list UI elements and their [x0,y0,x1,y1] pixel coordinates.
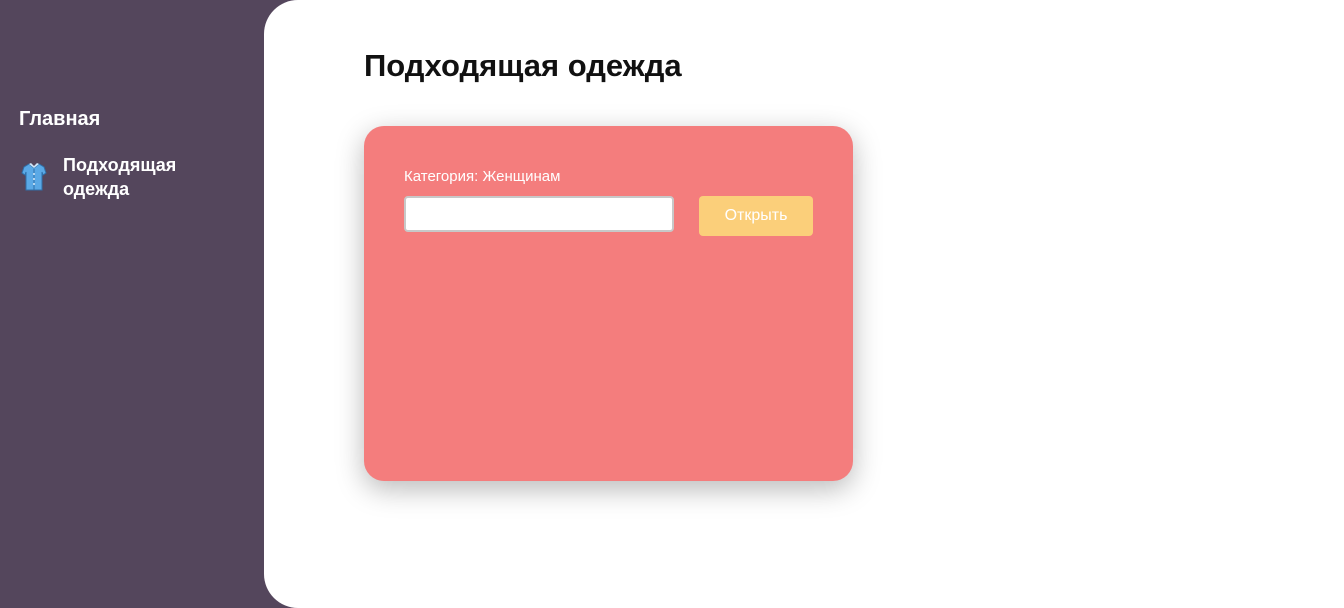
main-content: Подходящая одежда Категория: Женщинам От… [264,0,1344,608]
category-label: Категория: Женщинам [404,168,561,185]
sidebar-item-suitable-clothing[interactable]: Подходящая одежда [19,153,239,201]
open-button[interactable]: Открыть [699,196,813,236]
page-title: Подходящая одежда [364,48,682,83]
sidebar-heading: Главная [19,108,101,130]
shirt-icon [19,160,49,194]
sidebar-item-label: Подходящая одежда [63,155,177,199]
category-card: Категория: Женщинам Открыть [364,126,853,481]
sidebar: Главная Подходящая одежда [0,0,264,608]
category-input[interactable] [404,196,674,232]
